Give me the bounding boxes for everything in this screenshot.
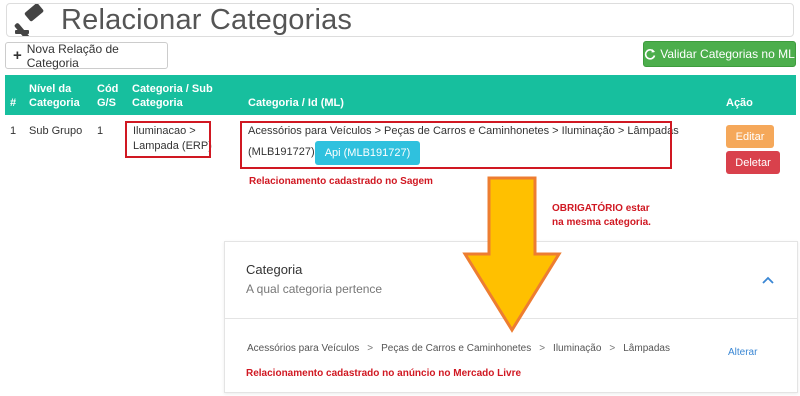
page-title: Relacionar Categorias: [61, 3, 353, 36]
breadcrumb-item: Iluminação: [553, 343, 602, 354]
breadcrumb-item: Acessórios para Veículos: [247, 343, 360, 354]
panel-title: Categoria: [246, 262, 303, 277]
col-header-catsub-1: Categoria / Sub: [132, 83, 213, 95]
edit-button[interactable]: Editar: [726, 125, 774, 148]
down-arrow-annotation-icon: [462, 176, 562, 333]
validate-categories-label: Validar Categorias no ML: [660, 47, 795, 61]
plus-icon: +: [13, 47, 22, 64]
breadcrumb-separator: >: [539, 343, 546, 354]
highlight-erp-category: [125, 121, 211, 158]
breadcrumb-separator: >: [367, 343, 374, 354]
cell-nivel: Sub Grupo: [29, 125, 83, 137]
annotation-sagem: Relacionamento cadastrado no Sagem: [249, 176, 433, 187]
col-header-num: #: [10, 97, 17, 109]
col-header-cod-1: Cód: [97, 83, 119, 95]
col-header-nivel-2: Categoria: [29, 97, 80, 109]
col-header-nivel-1: Nível da: [29, 83, 72, 95]
panel-subtitle: A qual categoria pertence: [246, 282, 383, 296]
breadcrumb-item: Lâmpadas: [623, 343, 670, 354]
alterar-link[interactable]: Alterar: [728, 347, 757, 358]
delete-button[interactable]: Deletar: [726, 151, 780, 174]
col-header-catsub-2: Categoria: [132, 97, 183, 109]
breadcrumb: Acessórios para Veículos > Peças de Carr…: [247, 343, 670, 354]
gavel-icon: [14, 4, 44, 36]
new-category-relation-button[interactable]: + Nova Relação de Categoria: [5, 41, 168, 70]
breadcrumb-item: Peças de Carros e Caminhonetes: [381, 343, 532, 354]
validate-categories-button[interactable]: Validar Categorias no ML: [643, 41, 796, 67]
col-header-cod-2: G/S: [97, 97, 116, 109]
highlight-ml-category: [240, 121, 672, 169]
col-header-acao: Ação: [726, 97, 753, 109]
annotation-obrigatorio-2: na mesma categoria.: [552, 217, 651, 228]
col-header-catid: Categoria / Id (ML): [248, 97, 344, 109]
new-category-relation-label: Nova Relação de Categoria: [26, 41, 119, 70]
table-header: # Nível da Categoria Cód G/S Categoria /…: [5, 75, 796, 115]
breadcrumb-separator: >: [609, 343, 616, 354]
refresh-icon: [645, 49, 656, 60]
annotation-mercado-livre: Relacionamento cadastrado no anúncio no …: [246, 368, 522, 379]
cell-cod: 1: [97, 125, 104, 137]
chevron-up-icon[interactable]: [760, 273, 776, 287]
page-header: Relacionar Categorias: [6, 3, 794, 37]
annotation-obrigatorio-1: OBRIGATÓRIO estar: [552, 203, 650, 214]
cell-num: 1: [10, 125, 17, 137]
